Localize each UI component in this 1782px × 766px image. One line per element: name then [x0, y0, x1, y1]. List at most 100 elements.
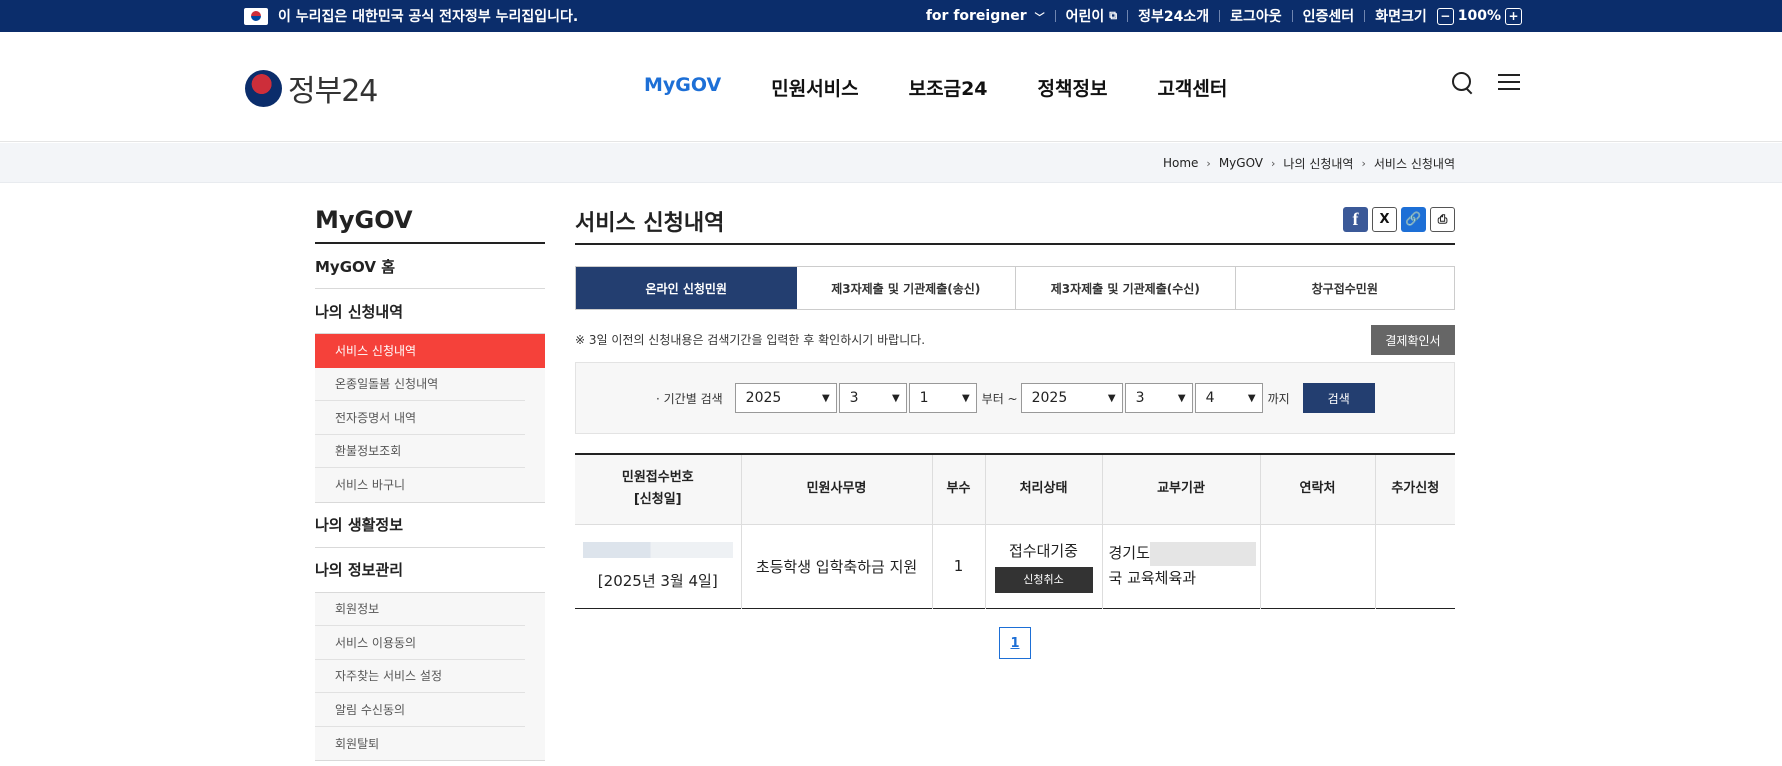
- side-nav-applications-submenu: 서비스 신청내역 온종일돌봄 신청내역 전자증명서 내역 환불정보조회 서비스 …: [315, 334, 545, 503]
- pagination-page-1[interactable]: 1: [999, 627, 1031, 659]
- nav-mygov[interactable]: MyGOV: [644, 74, 721, 101]
- side-nav: MyGOV MyGOV 홈 나의 신청내역 서비스 신청내역 온종일돌봄 신청내…: [315, 200, 545, 761]
- side-nav-my-applications[interactable]: 나의 신청내역: [315, 289, 545, 334]
- cancel-application-button[interactable]: 신청취소: [994, 566, 1093, 593]
- side-nav-info-management[interactable]: 나의 정보관리: [315, 548, 545, 593]
- breadcrumb: Home › MyGOV › 나의 신청내역 › 서비스 신청내역: [1163, 143, 1455, 183]
- count-cell: 1: [932, 524, 986, 608]
- kids-link[interactable]: 어린이 ⧉: [1056, 6, 1128, 26]
- header-tools: [1450, 70, 1520, 94]
- x-share-icon[interactable]: X: [1372, 207, 1397, 232]
- tab-third-party-received[interactable]: 제3자제출 및 기관제출(수신): [1016, 267, 1236, 309]
- site-logo[interactable]: 정부24: [245, 66, 378, 110]
- org-suffix: 국 교육체육과: [1108, 569, 1197, 587]
- from-month-value: 3: [849, 390, 859, 406]
- org-prefix: 경기도: [1108, 544, 1150, 562]
- nav-policy[interactable]: 정책정보: [1038, 74, 1108, 101]
- external-link-icon: ⧉: [1109, 9, 1118, 22]
- applications-table: 민원접수번호 [신청일] 민원사무명 부수 처리상태 교부기관 연락처 추가신청 …: [575, 453, 1455, 609]
- to-year-value: 2025: [1031, 390, 1068, 406]
- chevron-right-icon: ›: [1361, 156, 1366, 170]
- for-foreigner-link[interactable]: for foreigner ﹀: [916, 8, 1055, 24]
- from-year-value: 2025: [745, 390, 782, 406]
- from-month-select[interactable]: 3 ▼: [838, 383, 907, 413]
- side-nav-life-info[interactable]: 나의 생활정보: [315, 503, 545, 548]
- kids-label: 어린이: [1065, 9, 1105, 25]
- from-text: 부터 ~: [981, 391, 1018, 406]
- copy-link-icon[interactable]: 🔗: [1401, 207, 1426, 232]
- logout-link[interactable]: 로그아웃: [1220, 6, 1292, 26]
- service-name-cell[interactable]: 초등학생 입학축하금 지원: [741, 524, 933, 608]
- breadcrumb-home[interactable]: Home: [1163, 156, 1198, 170]
- side-nav-service-consent[interactable]: 서비스 이용동의: [315, 626, 525, 660]
- side-nav-member-info[interactable]: 회원정보: [315, 593, 525, 626]
- print-icon[interactable]: ⎙: [1430, 207, 1455, 232]
- to-year-select[interactable]: 2025 ▼: [1020, 383, 1123, 413]
- chevron-down-icon: ▼: [821, 392, 830, 404]
- tab-counter-applications[interactable]: 창구접수민원: [1235, 267, 1454, 309]
- table-row: [2025년 3월 4일] 초등학생 입학축하금 지원 1 접수대기중 신청취소…: [575, 524, 1455, 608]
- masked-receipt-number[interactable]: [582, 541, 733, 558]
- side-nav-favorite-services[interactable]: 자주찾는 서비스 설정: [315, 660, 525, 693]
- col-issuing-org: 교부기관: [1102, 454, 1261, 525]
- contact-cell: [1260, 524, 1376, 608]
- from-day-value: 1: [919, 390, 929, 406]
- side-nav-refund-info[interactable]: 환불정보조회: [315, 435, 525, 468]
- chevron-down-icon: ▼: [891, 392, 900, 404]
- chevron-down-icon: ﹀: [1034, 12, 1045, 24]
- col-additional: 추가신청: [1375, 454, 1455, 525]
- hamburger-menu-icon[interactable]: [1498, 72, 1520, 92]
- breadcrumb-mygov[interactable]: MyGOV: [1219, 156, 1263, 170]
- logo-text: 정부24: [288, 74, 378, 109]
- side-nav-service-basket[interactable]: 서비스 바구니: [315, 468, 525, 502]
- for-foreigner-label: for foreigner: [925, 8, 1027, 24]
- side-nav-e-certificates[interactable]: 전자증명서 내역: [315, 401, 525, 435]
- gov-notice-bar: 이 누리집은 대한민국 공식 전자정부 누리집입니다. for foreigne…: [0, 0, 1782, 32]
- breadcrumb-current[interactable]: 서비스 신청내역: [1374, 155, 1455, 172]
- col-status: 처리상태: [985, 454, 1103, 525]
- tab-third-party-sent[interactable]: 제3자제출 및 기관제출(송신): [796, 267, 1016, 309]
- chevron-down-icon: ▼: [1107, 392, 1116, 404]
- intro-link[interactable]: 정부24소개: [1128, 6, 1219, 26]
- chevron-down-icon: ▼: [1247, 392, 1256, 404]
- to-month-select[interactable]: 3 ▼: [1124, 383, 1193, 413]
- status-cell: 접수대기중 신청취소: [985, 524, 1103, 608]
- from-day-select[interactable]: 1 ▼: [908, 383, 977, 413]
- tab-online-applications[interactable]: 온라인 신청민원: [576, 267, 797, 309]
- from-year-select[interactable]: 2025 ▼: [734, 383, 837, 413]
- nav-customer-center[interactable]: 고객센터: [1157, 74, 1227, 101]
- side-nav-withdraw[interactable]: 회원탈퇴: [315, 727, 525, 761]
- screen-size-control: 화면크기 − 100% +: [1365, 6, 1526, 26]
- gov-notice-text: 이 누리집은 대한민국 공식 전자정부 누리집입니다.: [278, 9, 579, 25]
- nav-subsidy[interactable]: 보조금24: [909, 74, 988, 101]
- side-nav-notification-consent[interactable]: 알림 수신동의: [315, 693, 525, 727]
- nav-civil-service[interactable]: 민원서비스: [771, 74, 858, 101]
- status-text: 접수대기중: [1008, 541, 1078, 560]
- share-tools: f X 🔗 ⎙: [1339, 207, 1455, 232]
- chevron-down-icon: ▼: [961, 392, 970, 404]
- side-nav-title: MyGOV: [315, 200, 545, 244]
- col-apply-date-label: [신청일]: [633, 492, 682, 508]
- utility-menu: for foreigner ﹀ 어린이 ⧉ 정부24소개 로그아웃 인증센터 화면크…: [916, 0, 1526, 32]
- side-nav-service-applications[interactable]: 서비스 신청내역: [315, 334, 545, 368]
- to-day-value: 4: [1205, 390, 1215, 406]
- apply-date: [2025년 3월 4일]: [597, 571, 718, 590]
- side-nav-daycare-applications[interactable]: 온종일돌봄 신청내역: [315, 368, 525, 401]
- site-header: 정부24 MyGOV 민원서비스 보조금24 정책정보 고객센터: [0, 32, 1782, 142]
- payment-receipt-button[interactable]: 결제확인서: [1371, 325, 1455, 355]
- breadcrumb-my-applications[interactable]: 나의 신청내역: [1283, 155, 1353, 172]
- gov-notice: 이 누리집은 대한민국 공식 전자정부 누리집입니다.: [244, 0, 578, 32]
- gov-emblem-icon: [245, 69, 282, 107]
- period-search-box: · 기간별 검색 2025 ▼ 3 ▼ 1 ▼ 부터 ~ 2025 ▼ 3 ▼ 4 ▼ 까지…: [575, 362, 1455, 434]
- zoom-out-button[interactable]: −: [1436, 7, 1454, 25]
- zoom-in-button[interactable]: +: [1505, 7, 1522, 25]
- facebook-share-icon[interactable]: f: [1343, 207, 1368, 232]
- search-button[interactable]: 검색: [1302, 383, 1375, 413]
- to-day-select[interactable]: 4 ▼: [1194, 383, 1263, 413]
- additional-cell: [1375, 524, 1455, 608]
- cert-center-link[interactable]: 인증센터: [1293, 6, 1365, 26]
- masked-org-name: [1149, 541, 1256, 566]
- search-icon[interactable]: [1450, 70, 1474, 94]
- side-nav-mygov-home[interactable]: MyGOV 홈: [315, 244, 545, 289]
- col-service-name: 민원사무명: [741, 454, 933, 525]
